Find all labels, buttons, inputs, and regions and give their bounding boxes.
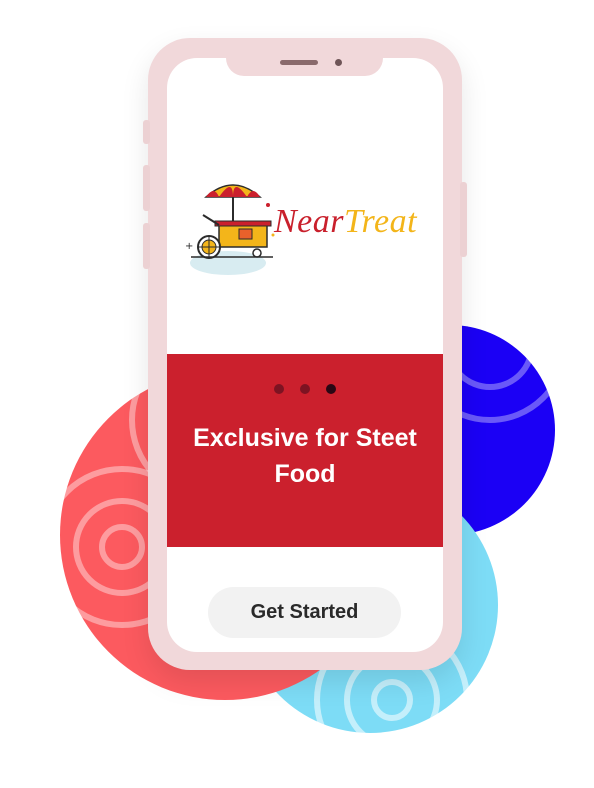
phone-camera: [335, 59, 342, 66]
onboarding-banner: Exclusive for Steet Food: [167, 354, 443, 547]
banner-title: Exclusive for Steet Food: [193, 424, 417, 488]
phone-volume-up-button: [143, 165, 150, 211]
pagination-dot[interactable]: [300, 384, 310, 394]
svg-text:+: +: [185, 241, 193, 252]
phone-volume-down-button: [143, 223, 150, 269]
get-started-button[interactable]: Get Started: [208, 587, 401, 638]
phone-side-button: [143, 120, 150, 144]
phone-notch: [226, 38, 383, 76]
phone-power-button: [460, 182, 467, 257]
brand-name-part1: Near: [274, 203, 344, 240]
brand-logo-text: NearTreat: [274, 203, 417, 241]
pagination-dot[interactable]: [274, 384, 284, 394]
brand-name-part2: Treat: [344, 203, 418, 240]
pagination-dot-active[interactable]: [326, 384, 336, 394]
phone-speaker: [280, 60, 318, 65]
food-cart-icon: +: [185, 184, 275, 275]
pagination-dots: [167, 384, 443, 394]
